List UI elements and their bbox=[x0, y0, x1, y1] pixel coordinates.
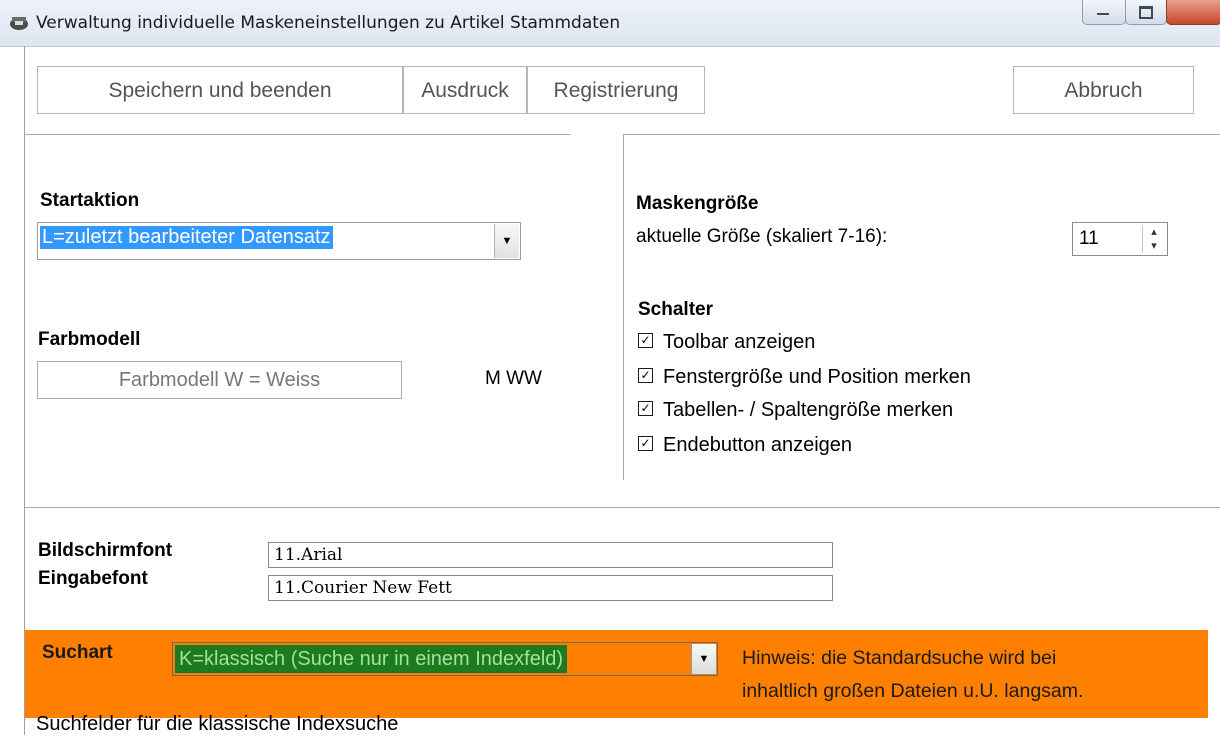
checkbox-checked-icon[interactable]: ✓ bbox=[638, 368, 653, 384]
input-font-label: Eingabefont bbox=[38, 568, 148, 589]
close-button[interactable] bbox=[1166, 0, 1220, 25]
chevron-down-icon[interactable]: ▼ bbox=[691, 644, 716, 674]
checkbox-checked-icon[interactable]: ✓ bbox=[638, 436, 653, 452]
hint-line: Hinweis: die Standardsuche wird bei bbox=[742, 647, 1057, 669]
hint-line: inhaltlich großen Dateien u.U. langsam. bbox=[742, 680, 1084, 702]
checkbox-table-size[interactable]: ✓ Tabellen- / Spaltengröße merken bbox=[638, 399, 953, 427]
checkbox-checked-icon[interactable]: ✓ bbox=[638, 333, 653, 349]
size-stepper[interactable]: 11 ▴ ▾ bbox=[1072, 222, 1168, 256]
farbmodell-button[interactable]: Farbmodell W = Weiss bbox=[37, 361, 402, 399]
checkbox-window-size[interactable]: ✓ Fenstergröße und Position merken bbox=[638, 366, 971, 394]
stepper-arrows-icon[interactable]: ▴ ▾ bbox=[1142, 225, 1165, 253]
app-icon bbox=[10, 17, 28, 30]
checkbox-label: Fenstergröße und Position merken bbox=[663, 366, 971, 388]
cancel-button[interactable]: Abbruch bbox=[1013, 66, 1194, 114]
suchart-label: Suchart bbox=[42, 642, 113, 663]
maximize-icon bbox=[1139, 6, 1153, 19]
separator-line bbox=[25, 507, 1220, 508]
size-value: 11 bbox=[1079, 228, 1099, 249]
minimize-icon bbox=[1097, 13, 1109, 15]
farbmodell-code: M WW bbox=[485, 368, 542, 389]
input-font-field[interactable]: 11.Courier New Fett bbox=[268, 575, 833, 601]
print-button[interactable]: Ausdruck bbox=[403, 66, 527, 114]
checkbox-label: Endebutton anzeigen bbox=[663, 434, 853, 456]
startaktion-label: Startaktion bbox=[40, 190, 140, 211]
maskengroesse-label: Maskengröße bbox=[636, 193, 759, 214]
checkbox-checked-icon[interactable]: ✓ bbox=[638, 401, 653, 417]
size-label: aktuelle Größe (skaliert 7-16): bbox=[636, 226, 888, 247]
screen-font-label: Bildschirmfont bbox=[38, 540, 173, 561]
suchfelder-label: Suchfelder für die klassische Indexsuche bbox=[36, 713, 399, 735]
checkbox-end-button[interactable]: ✓ Endebutton anzeigen bbox=[638, 434, 852, 462]
chevron-down-icon[interactable]: ▼ bbox=[494, 224, 519, 258]
startaktion-selected-value: L=zuletzt bearbeiteter Datensatz bbox=[40, 226, 333, 249]
suchart-select[interactable]: K=klassisch (Suche nur in einem Indexfel… bbox=[172, 642, 718, 676]
startaktion-select[interactable]: L=zuletzt bearbeiteter Datensatz ▼ bbox=[37, 222, 521, 260]
schalter-label: Schalter bbox=[638, 299, 713, 320]
title-bar: Verwaltung individuelle Maskeneinstellun… bbox=[0, 0, 1220, 47]
separator-line bbox=[623, 134, 1220, 135]
screen-font-field[interactable]: 11.Arial bbox=[268, 542, 833, 568]
register-button[interactable]: Registrierung bbox=[527, 66, 705, 114]
farbmodell-label: Farbmodell bbox=[38, 329, 141, 350]
suchart-selected-value: K=klassisch (Suche nur in einem Indexfel… bbox=[175, 645, 568, 673]
save-and-exit-button[interactable]: Speichern und beenden bbox=[37, 66, 403, 114]
separator-line-vertical bbox=[623, 134, 624, 480]
maximize-button[interactable] bbox=[1125, 0, 1167, 25]
checkbox-label: Tabellen- / Spaltengröße merken bbox=[663, 399, 954, 421]
window-title: Verwaltung individuelle Maskeneinstellun… bbox=[36, 13, 621, 33]
minimize-button[interactable] bbox=[1082, 0, 1126, 25]
checkbox-label: Toolbar anzeigen bbox=[663, 331, 816, 353]
checkbox-toolbar[interactable]: ✓ Toolbar anzeigen bbox=[638, 331, 815, 359]
suchart-hint: Hinweis: die Standardsuche wird bei inha… bbox=[742, 642, 1212, 708]
separator-line bbox=[25, 134, 570, 135]
